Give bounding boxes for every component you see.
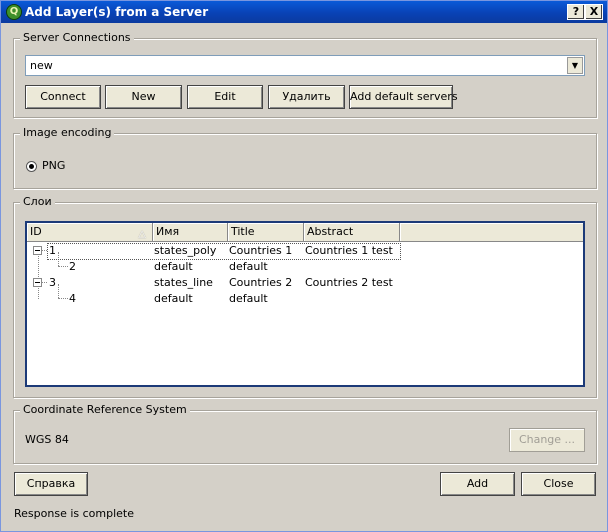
column-header-name[interactable]: Имя <box>153 223 228 242</box>
row-abstract: Countries 1 test <box>305 244 393 257</box>
png-radio[interactable] <box>26 161 37 172</box>
column-header-title-label: Title <box>231 225 255 238</box>
png-radio-label[interactable]: PNG <box>42 159 65 172</box>
column-header-title[interactable]: Title <box>228 223 304 242</box>
server-connection-combo[interactable]: new ▼ <box>25 55 585 76</box>
crs-legend: Coordinate Reference System <box>20 403 190 416</box>
sort-ascending-icon: △ <box>138 229 146 240</box>
row-name: default <box>154 260 193 273</box>
image-encoding-group: Image encoding <box>13 126 597 189</box>
table-row[interactable]: 1 states_poly Countries 1 Countries 1 te… <box>27 243 583 260</box>
column-header-id[interactable]: ID △ <box>27 223 153 242</box>
column-header-abstract-label: Abstract <box>307 225 354 238</box>
collapse-icon[interactable] <box>33 246 42 255</box>
help-button[interactable]: Справка <box>14 472 88 496</box>
close-button[interactable]: Close <box>521 472 596 496</box>
column-header-name-label: Имя <box>156 225 180 238</box>
title-bar: Q Add Layer(s) from a Server ? X <box>1 1 607 23</box>
add-default-servers-button[interactable]: Add default servers <box>349 85 458 109</box>
add-button[interactable]: Add <box>440 472 515 496</box>
new-button[interactable]: New <box>105 85 182 109</box>
crs-value: WGS 84 <box>25 433 69 446</box>
collapse-icon[interactable] <box>33 278 42 287</box>
row-title: default <box>229 292 268 305</box>
delete-button[interactable]: Удалить <box>268 85 345 109</box>
row-name: states_poly <box>154 244 217 257</box>
row-title: Countries 2 <box>229 276 293 289</box>
table-row[interactable]: 4 default default <box>27 291 583 307</box>
column-header-filler <box>400 223 583 242</box>
row-name: states_line <box>154 276 213 289</box>
table-row[interactable]: 2 default default <box>27 259 583 275</box>
add-layers-dialog: Q Add Layer(s) from a Server ? X Server … <box>0 0 608 532</box>
table-row[interactable]: 3 states_line Countries 2 Countries 2 te… <box>27 275 583 291</box>
help-title-button[interactable]: ? <box>567 4 585 20</box>
edit-button[interactable]: Edit <box>187 85 263 109</box>
column-header-id-label: ID <box>30 225 42 238</box>
radio-selected-dot <box>29 164 34 169</box>
row-id: 4 <box>69 292 76 305</box>
server-connection-value: new <box>30 59 53 72</box>
row-id: 3 <box>49 276 56 289</box>
row-id: 2 <box>69 260 76 273</box>
server-connections-legend: Server Connections <box>20 31 134 44</box>
row-id: 1 <box>49 244 56 257</box>
image-encoding-legend: Image encoding <box>20 126 115 139</box>
close-title-button[interactable]: X <box>585 4 603 20</box>
change-crs-button[interactable]: Change ... <box>509 428 585 452</box>
connect-button[interactable]: Connect <box>25 85 101 109</box>
row-title: Countries 1 <box>229 244 293 257</box>
layers-tree[interactable]: ID △ Имя Title Abstract 1 states_poly Co… <box>25 221 585 387</box>
chevron-down-icon[interactable]: ▼ <box>567 57 583 74</box>
qgis-logo-icon: Q <box>6 4 22 20</box>
column-header-abstract[interactable]: Abstract <box>304 223 400 242</box>
window-title: Add Layer(s) from a Server <box>25 5 209 19</box>
row-name: default <box>154 292 193 305</box>
layers-legend: Слои <box>20 195 55 208</box>
row-title: default <box>229 260 268 273</box>
row-abstract: Countries 2 test <box>305 276 393 289</box>
status-text: Response is complete <box>14 507 134 520</box>
